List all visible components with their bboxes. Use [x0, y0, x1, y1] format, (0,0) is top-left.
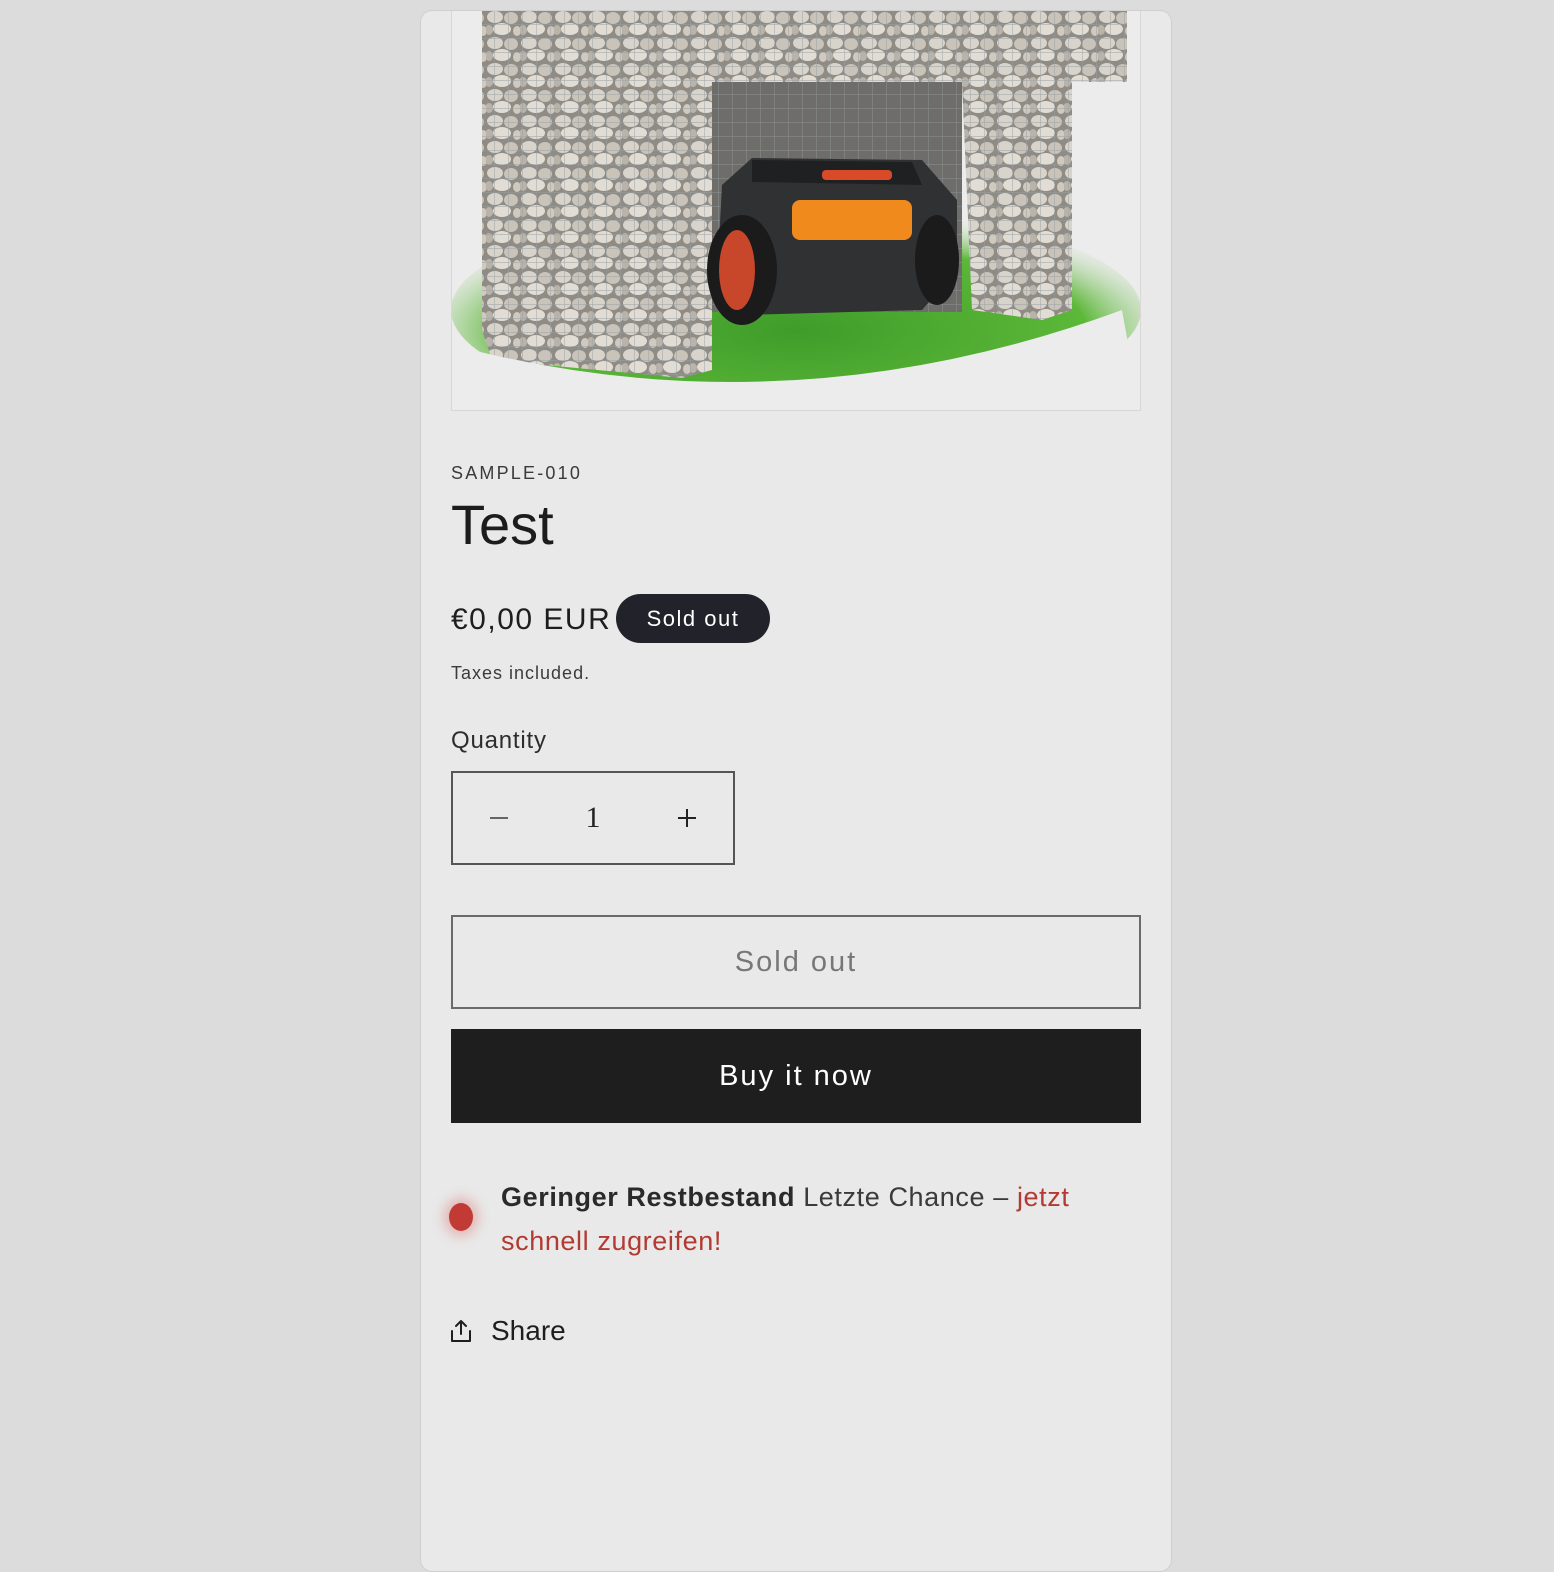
minus-icon [490, 817, 508, 819]
sold-out-button[interactable]: Sold out [451, 915, 1141, 1009]
low-stock-message: Geringer Restbestand Letzte Chance – jet… [501, 1175, 1091, 1263]
quantity-label: Quantity [451, 727, 547, 754]
decrease-quantity-button[interactable] [453, 773, 545, 863]
product-image[interactable] [451, 11, 1141, 411]
low-stock-indicator-icon [449, 1203, 473, 1231]
quantity-input[interactable]: 1 [545, 801, 641, 835]
product-price: €0,00 EUR [451, 603, 612, 636]
product-page-frame: SAMPLE-010 Test €0,00 EUR Sold out Taxes… [420, 10, 1172, 1572]
plus-icon [678, 809, 696, 827]
gabion-garage-illustration [452, 11, 1140, 410]
low-stock-text: Letzte Chance – [803, 1182, 1009, 1212]
share-button[interactable]: Share [449, 1315, 566, 1347]
share-icon [451, 1320, 471, 1342]
buy-it-now-button[interactable]: Buy it now [451, 1029, 1141, 1123]
increase-quantity-button[interactable] [641, 773, 733, 863]
sold-out-badge: Sold out [616, 594, 770, 643]
quantity-stepper: 1 [451, 771, 735, 865]
low-stock-title: Geringer Restbestand [501, 1182, 796, 1212]
product-sku: SAMPLE-010 [451, 463, 583, 483]
product-title: Test [451, 493, 554, 556]
share-label: Share [491, 1315, 566, 1346]
taxes-note: Taxes included. [451, 663, 591, 683]
